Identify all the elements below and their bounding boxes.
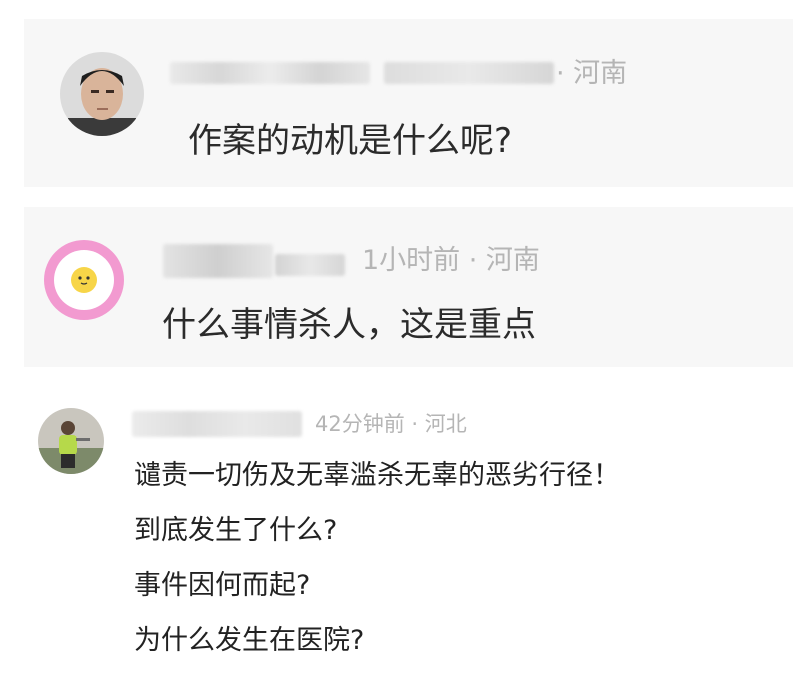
username-blurred-3 xyxy=(132,411,302,437)
username-blurred-1b xyxy=(384,62,554,84)
username-blurred-2b xyxy=(275,254,345,276)
user-avatar-photo-3[interactable] xyxy=(38,408,104,474)
comment-text-line-3: 事件因何而起? xyxy=(134,570,311,601)
comment-meta-location: · 河南 xyxy=(556,58,628,89)
comment-text: 什么事情杀人，这是重点 xyxy=(162,305,536,345)
user-avatar-photo-1[interactable] xyxy=(60,52,144,136)
comment-meta-time-location: 42分钟前 · 河北 xyxy=(315,412,467,436)
comment-text-line-4: 为什么发生在医院? xyxy=(134,625,365,656)
comment-text-lines: 谴责一切伤及无辜滥杀无辜的恶劣行径！ 到底发生了什么? 事件因何而起? 为什么发… xyxy=(134,456,620,676)
comment-text-line-2: 到底发生了什么? xyxy=(134,515,338,546)
username-blurred-1a xyxy=(170,62,370,84)
comment-text-line-1: 谴责一切伤及无辜滥杀无辜的恶劣行径！ xyxy=(134,460,620,491)
comment-meta-time-location: 1小时前 · 河南 xyxy=(362,245,540,276)
username-blurred-2a xyxy=(163,244,273,278)
user-avatar-egg-2[interactable] xyxy=(44,240,124,320)
comment-text: 作案的动机是什么呢? xyxy=(188,121,513,161)
